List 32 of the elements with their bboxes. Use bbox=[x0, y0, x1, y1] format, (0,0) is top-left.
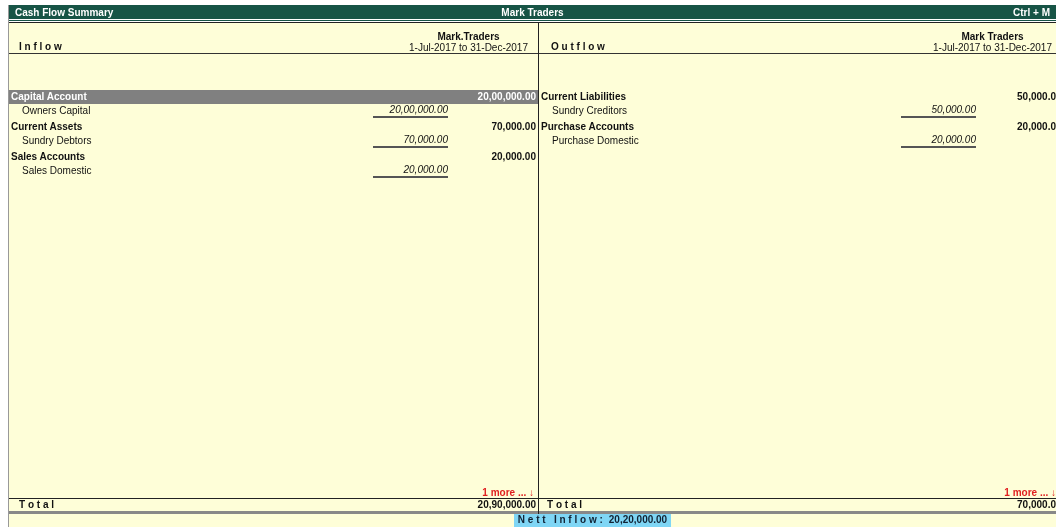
column-heading: I n f l o w bbox=[18, 41, 62, 53]
company-name: Mark.Traders bbox=[437, 31, 500, 42]
ledger-name[interactable]: Purchase Domestic bbox=[552, 134, 639, 148]
ledger-amount: 50,000.00 bbox=[901, 104, 976, 118]
shortcut-label: Ctrl + M bbox=[1012, 6, 1050, 18]
more-indicator[interactable]: 1 more ... ↓ bbox=[1004, 487, 1056, 498]
group-row[interactable]: Capital Account 20,00,000.00 bbox=[9, 90, 538, 104]
more-indicator[interactable]: 1 more ... ↓ bbox=[482, 487, 534, 498]
nett-label: N e t t I n f l o w : bbox=[517, 514, 603, 527]
period-label: 1-Jul-2017 to 31-Dec-2017 bbox=[933, 42, 1052, 53]
ledger-name[interactable]: Sales Domestic bbox=[22, 164, 92, 178]
total-label: T o t a l bbox=[18, 499, 54, 511]
group-row[interactable]: Purchase Accounts 20,000.0 bbox=[539, 120, 1056, 134]
ledger-amount: 20,000.00 bbox=[373, 164, 448, 178]
period-label: 1-Jul-2017 to 31-Dec-2017 bbox=[409, 42, 528, 53]
ledger-name[interactable]: Sundry Debtors bbox=[22, 134, 92, 148]
nett-amount: 20,20,000.00 bbox=[608, 514, 668, 527]
ledger-name[interactable]: Sundry Creditors bbox=[552, 104, 628, 118]
total-amount: 20,90,000.00 bbox=[477, 499, 537, 511]
ledger-name[interactable]: Owners Capital bbox=[22, 104, 91, 118]
total-label: T o t a l bbox=[546, 499, 582, 511]
group-row[interactable]: Sales Accounts 20,000.00 bbox=[9, 150, 538, 164]
total-amount: 70,000.0 bbox=[1017, 499, 1056, 511]
window-title: Cash Flow Summary bbox=[15, 6, 115, 18]
group-row[interactable]: Current Assets 70,000.00 bbox=[9, 120, 538, 134]
company-name: Mark Traders bbox=[961, 31, 1024, 42]
company-name: Mark Traders bbox=[500, 6, 565, 18]
group-row[interactable]: Current Liabilities 50,000.0 bbox=[539, 90, 1056, 104]
ledger-amount: 20,000.00 bbox=[901, 134, 976, 148]
column-heading: O u t f l o w bbox=[550, 41, 605, 53]
ledger-amount: 20,00,000.00 bbox=[373, 104, 448, 118]
ledger-amount: 70,000.00 bbox=[373, 134, 448, 148]
